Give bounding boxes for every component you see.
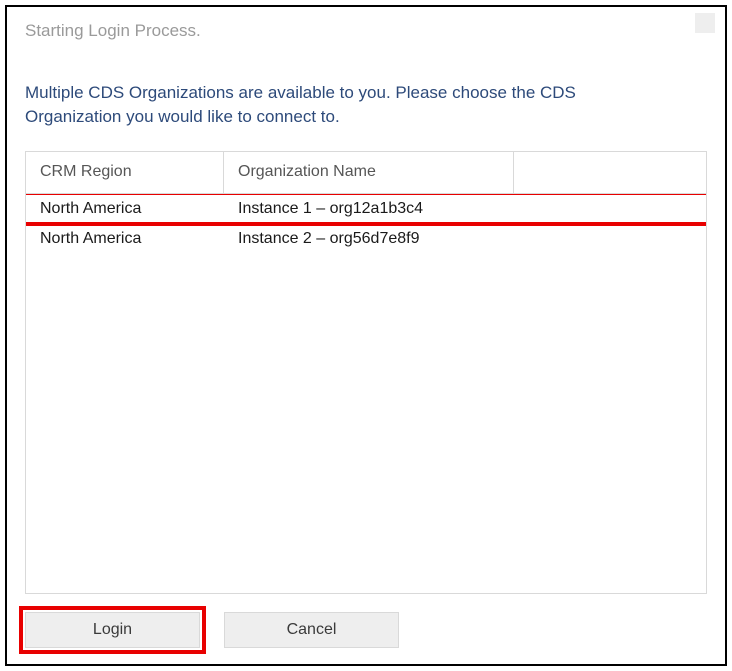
cell-region: North America xyxy=(26,228,224,250)
org-table: CRM Region Organization Name North Ameri… xyxy=(25,151,707,594)
header-extra xyxy=(514,152,706,193)
login-button[interactable]: Login xyxy=(25,612,200,648)
dialog-description: Multiple CDS Organizations are available… xyxy=(25,81,707,129)
header-org-name[interactable]: Organization Name xyxy=(224,152,514,193)
cell-extra xyxy=(514,207,706,211)
table-header: CRM Region Organization Name xyxy=(26,152,706,194)
cell-org: Instance 1 – org12a1b3c4 xyxy=(224,198,514,220)
login-dialog: Starting Login Process. ✕ Multiple CDS O… xyxy=(5,5,727,666)
table-row[interactable]: North AmericaInstance 2 – org56d7e8f9 xyxy=(26,224,706,254)
titlebar: Starting Login Process. ✕ xyxy=(25,17,707,49)
button-bar: Login Cancel xyxy=(25,612,707,648)
dialog-title: Starting Login Process. xyxy=(25,17,201,41)
login-button-wrap: Login xyxy=(25,612,200,648)
close-icon[interactable]: ✕ xyxy=(695,13,715,33)
cancel-button[interactable]: Cancel xyxy=(224,612,399,648)
table-row[interactable]: North AmericaInstance 1 – org12a1b3c4 xyxy=(26,194,706,224)
cell-region: North America xyxy=(26,198,224,220)
header-crm-region[interactable]: CRM Region xyxy=(26,152,224,193)
cancel-button-wrap: Cancel xyxy=(224,612,399,648)
cell-extra xyxy=(514,237,706,241)
table-body: North AmericaInstance 1 – org12a1b3c4Nor… xyxy=(26,194,706,593)
cell-org: Instance 2 – org56d7e8f9 xyxy=(224,228,514,250)
